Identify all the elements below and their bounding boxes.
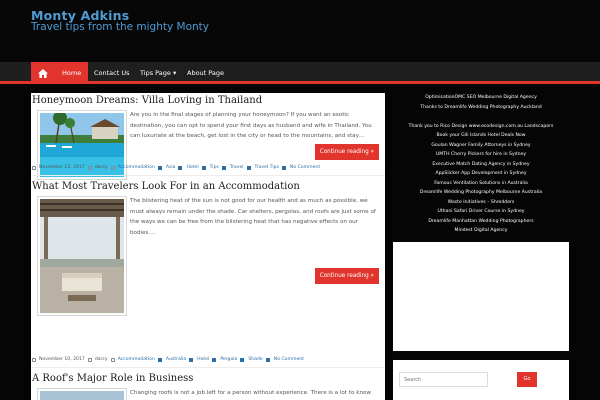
site-tagline: Travel tips from the mighty Monty	[31, 21, 210, 33]
post-excerpt: The blistering heat of the sun is not go…	[130, 198, 376, 236]
category-link[interactable]: Travel	[230, 165, 244, 170]
nav-home[interactable]: Home	[55, 62, 89, 84]
category-link[interactable]: Pergola	[220, 357, 237, 362]
divider	[31, 175, 385, 176]
tag-icon	[157, 165, 162, 170]
nav-contact-us[interactable]: Contact Us	[87, 62, 137, 84]
continue-reading-button[interactable]: Continue reading »	[314, 144, 379, 160]
sidebar-link	[393, 112, 569, 122]
sidebar-link[interactable]: Thank you to Rico Design www.ecodesign.c…	[393, 122, 569, 132]
comments-link[interactable]: No Comment	[274, 357, 304, 362]
nav-about-page[interactable]: About Page	[180, 62, 231, 84]
sidebar-link[interactable]: Famous Ventilation Solutions in Australi…	[393, 179, 569, 189]
sidebar-links: OptimisationOMC SEO Melbourne Digital Ag…	[393, 93, 569, 236]
category-link[interactable]: Hotel	[186, 165, 198, 170]
comments-link[interactable]: No Comment	[290, 165, 320, 170]
sidebar: OptimisationOMC SEO Melbourne Digital Ag…	[393, 93, 569, 236]
post-article: What Most Travelers Look For in an Accom…	[31, 181, 385, 357]
folder-icon	[110, 165, 115, 170]
sidebar-link[interactable]: Uthani Safari Driver Course in Sydney	[393, 207, 569, 217]
calendar-icon	[32, 357, 36, 362]
main-content: Honeymoon Dreams: Villa Loving in Thaila…	[31, 93, 385, 400]
sidebar-link[interactable]: Goulan Wagner Family Attorneys in Sydney	[393, 141, 569, 151]
sidebar-link[interactable]: Dreamlife Manhattan Wedding Photographer…	[393, 217, 569, 227]
divider	[31, 367, 385, 368]
post-author[interactable]: darcy	[95, 165, 108, 170]
post-author[interactable]: darcy	[95, 357, 108, 362]
search-input[interactable]	[399, 372, 488, 387]
sidebar-link[interactable]: UMTH Cherry Pickers for hire in Sydney	[393, 150, 569, 160]
nav-tips-page[interactable]: Tips Page ▾	[133, 62, 183, 84]
sidebar-link[interactable]: Executive Match Dating Agency in Sydney	[393, 160, 569, 170]
tag-icon	[201, 165, 206, 170]
category-link[interactable]: Accommodation	[118, 357, 155, 362]
tag-icon	[221, 165, 226, 170]
roof-image	[40, 391, 124, 400]
sidebar-link[interactable]: AppSlicker App Development in Sydney	[393, 169, 569, 179]
search-widget: Go	[393, 360, 569, 400]
post-thumbnail[interactable]	[37, 388, 127, 400]
category-link[interactable]: Accommodation	[118, 165, 155, 170]
category-link[interactable]: Tips	[210, 165, 219, 170]
nav-home-button[interactable]	[31, 62, 55, 84]
comment-icon	[265, 357, 270, 362]
category-link[interactable]: Australia	[166, 357, 186, 362]
post-excerpt: Changing roofs is not a job left for a p…	[130, 390, 371, 396]
tag-icon	[212, 357, 217, 362]
sidebar-link[interactable]: Thanks to Dreamlife Wedding Photography …	[393, 103, 569, 113]
main-navigation: Home Contact Us Tips Page ▾ About Page	[0, 62, 600, 84]
post-title[interactable]: A Roof's Major Role in Business	[31, 371, 385, 387]
user-icon	[87, 357, 92, 362]
pergola-image	[40, 199, 124, 313]
sidebar-link[interactable]: Mindest Digital Agency	[393, 226, 569, 236]
post-date[interactable]: November 10, 2017	[39, 357, 85, 362]
tag-icon	[189, 357, 194, 362]
post-thumbnail[interactable]	[37, 196, 127, 316]
post-title[interactable]: What Most Travelers Look For in an Accom…	[31, 179, 300, 195]
post-excerpt: Are you in the final stages of planning …	[130, 112, 372, 139]
post-date[interactable]: November 13, 2017	[39, 165, 85, 170]
category-link[interactable]: Travel Tips	[255, 165, 279, 170]
post-meta: November 10, 2017 darcy Accommodation Au…	[32, 357, 304, 362]
continue-reading-button[interactable]: Continue reading »	[314, 268, 379, 284]
tag-icon	[178, 165, 183, 170]
sidebar-widget	[393, 242, 569, 351]
folder-icon	[110, 357, 115, 362]
search-button[interactable]: Go	[517, 372, 537, 387]
category-link[interactable]: Asia	[166, 165, 176, 170]
user-icon	[87, 165, 92, 170]
category-link[interactable]: Shade	[248, 357, 262, 362]
site-header: Monty Adkins Travel tips from the mighty…	[0, 0, 600, 62]
post-title[interactable]: Honeymoon Dreams: Villa Loving in Thaila…	[31, 93, 385, 109]
post-article: A Roof's Major Role in Business Changing…	[31, 371, 385, 400]
sidebar-link[interactable]: Dreamlife Wedding Photography Melbourne …	[393, 188, 569, 198]
post-meta: November 13, 2017 darcy Accommodation As…	[32, 165, 320, 170]
sidebar-link[interactable]: OptimisationOMC SEO Melbourne Digital Ag…	[393, 93, 569, 103]
calendar-icon	[32, 165, 36, 170]
tag-icon	[240, 357, 245, 362]
comment-icon	[281, 165, 286, 170]
category-link[interactable]: Hotel	[197, 357, 209, 362]
sidebar-link[interactable]: Waste Initiatives – Shredders	[393, 198, 569, 208]
tag-icon	[246, 165, 251, 170]
sidebar-link[interactable]: Book your Gili Islands Hotel Deals Now	[393, 131, 569, 141]
home-icon	[38, 68, 48, 78]
tag-icon	[157, 357, 162, 362]
